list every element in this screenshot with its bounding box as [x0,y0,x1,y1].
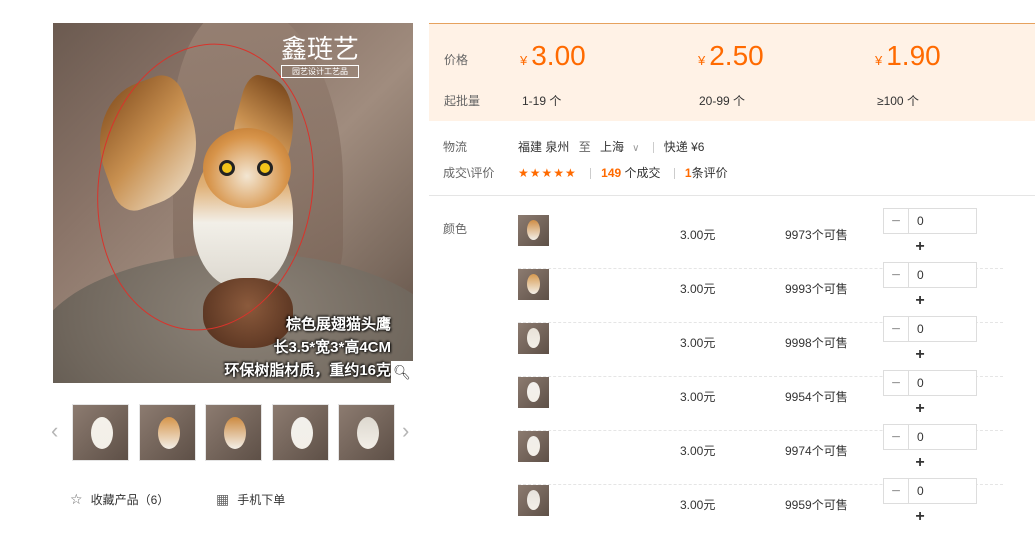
rating-stars-icon: ★★★★★ [518,166,577,180]
tier-price: ¥1.90 [875,40,941,71]
ship-from: 福建 泉州 [518,140,570,154]
plus-icon[interactable]: + [907,342,933,368]
sku-owl [527,490,540,510]
thumbnail[interactable] [272,404,329,461]
mobile-order-button[interactable]: ▦ 手机下单 [216,491,285,508]
logistics-row: 物流 福建 泉州 至 上海 ∨ 快递 ¥6 [443,138,704,155]
plus-icon[interactable]: + [907,234,933,260]
sku-price: 3.00元 [680,282,716,296]
color-label: 颜色 [443,222,468,236]
tier-price: ¥2.50 [698,40,764,71]
sku-thumbnail[interactable] [518,323,549,354]
sku-price: 3.00元 [680,498,716,512]
sku-stock: 9974个可售 [785,444,848,458]
quantity-input[interactable] [908,478,977,504]
quantity-input[interactable] [908,370,977,396]
main-product-image[interactable]: 鑫琏艺 园艺设计工艺品 棕色展翅猫头鹰 长3.5*宽3*高4CM 环保树脂材质，… [53,23,413,383]
sku-owl [527,220,540,240]
sku-thumbnail[interactable] [518,377,549,408]
favorite-button[interactable]: ☆ 收藏产品（6） [70,491,169,508]
thumbnail[interactable] [338,404,395,461]
sku-stock: 9998个可售 [785,336,848,350]
sku-owl [527,382,540,402]
thumbnail-strip: ‹ › [48,404,418,461]
tier-range: ≥100 个 [877,94,919,108]
magnifier-icon[interactable]: 🔍︎ [391,361,413,383]
to-word: 至 [578,140,591,154]
sku-row: 3.00元 9998个可售 −+ [518,316,1003,377]
tier-price: ¥3.00 [520,40,586,71]
plus-icon[interactable]: + [907,504,933,530]
caption-line: 长3.5*宽3*高4CM [273,339,391,356]
sku-row: 3.00元 9993个可售 −+ [518,262,1003,323]
qr-code-icon: ▦ [216,491,230,507]
thumbnail-owl [224,417,246,449]
logo-subtitle: 园艺设计工艺品 [281,65,360,78]
plus-icon[interactable]: + [907,396,933,422]
chevron-right-icon[interactable]: › [402,418,409,444]
logistics-label: 物流 [443,140,468,154]
logo-text: 鑫琏艺 [281,35,360,65]
deal-count-link[interactable]: 149 个成交 [601,166,660,180]
sku-thumbnail[interactable] [518,215,549,246]
quantity-input[interactable] [908,424,977,450]
favorite-label: 收藏产品（6） [90,493,170,507]
thumbnail[interactable] [205,404,262,461]
minus-icon[interactable]: − [883,208,909,234]
sku-stock: 9954个可售 [785,390,848,404]
minus-icon[interactable]: − [883,424,909,450]
sku-row: 3.00元 9959个可售 −+ [518,478,1003,538]
thumbnail[interactable] [72,404,129,461]
thumbnail-owl [158,417,180,449]
minus-icon[interactable]: − [883,478,909,504]
caption-line: 环保树脂材质，重约16克 [224,362,391,379]
express-fee: 快递 ¥6 [663,140,705,154]
sku-owl [527,436,540,456]
deals-label: 成交\评价 [443,166,495,180]
sku-thumbnail[interactable] [518,269,549,300]
caption-line: 棕色展翅猫头鹰 [285,316,391,333]
thumbnail[interactable] [139,404,196,461]
sku-stock: 9959个可售 [785,498,848,512]
sku-row: 3.00元 9973个可售 −+ [518,208,1003,269]
sku-owl [527,274,540,294]
star-outline-icon: ☆ [70,491,83,507]
plus-icon[interactable]: + [907,288,933,314]
brand-logo: 鑫琏艺 园艺设计工艺品 [281,35,360,78]
sku-owl [527,328,540,348]
sku-row: 3.00元 9974个可售 −+ [518,424,1003,485]
sku-price: 3.00元 [680,228,716,242]
mobile-order-label: 手机下单 [237,493,286,507]
divider [429,195,1035,196]
minus-icon[interactable]: − [883,370,909,396]
sku-thumbnail[interactable] [518,431,549,462]
plus-icon[interactable]: + [907,450,933,476]
chevron-down-icon: ∨ [632,143,640,154]
thumbnail-owl [91,417,113,449]
sku-thumbnail[interactable] [518,485,549,516]
sku-price: 3.00元 [680,444,716,458]
review-count-link[interactable]: 1条评价 [685,166,728,180]
thumbnail-owl [357,417,379,449]
tier-range: 20-99 个 [699,94,746,108]
deals-row: 成交\评价 ★★★★★ 149 个成交 1条评价 [443,164,728,181]
ship-to-select[interactable]: 上海 ∨ [600,140,639,154]
sku-price: 3.00元 [680,390,716,404]
chevron-left-icon[interactable]: ‹ [51,418,58,444]
price-label: 价格 [444,53,469,67]
sku-stock: 9993个可售 [785,282,848,296]
sku-stock: 9973个可售 [785,228,848,242]
price-box: 价格 起批量 ¥3.00 1-19 个 ¥2.50 20-99 个 ¥1.90 … [429,23,1035,121]
quantity-input[interactable] [908,316,977,342]
sku-row: 3.00元 9954个可售 −+ [518,370,1003,431]
quantity-input[interactable] [908,262,977,288]
minus-icon[interactable]: − [883,316,909,342]
batch-label: 起批量 [444,94,481,108]
thumbnail-owl [291,417,313,449]
minus-icon[interactable]: − [883,262,909,288]
tier-range: 1-19 个 [522,94,562,108]
quantity-input[interactable] [908,208,977,234]
sku-price: 3.00元 [680,336,716,350]
